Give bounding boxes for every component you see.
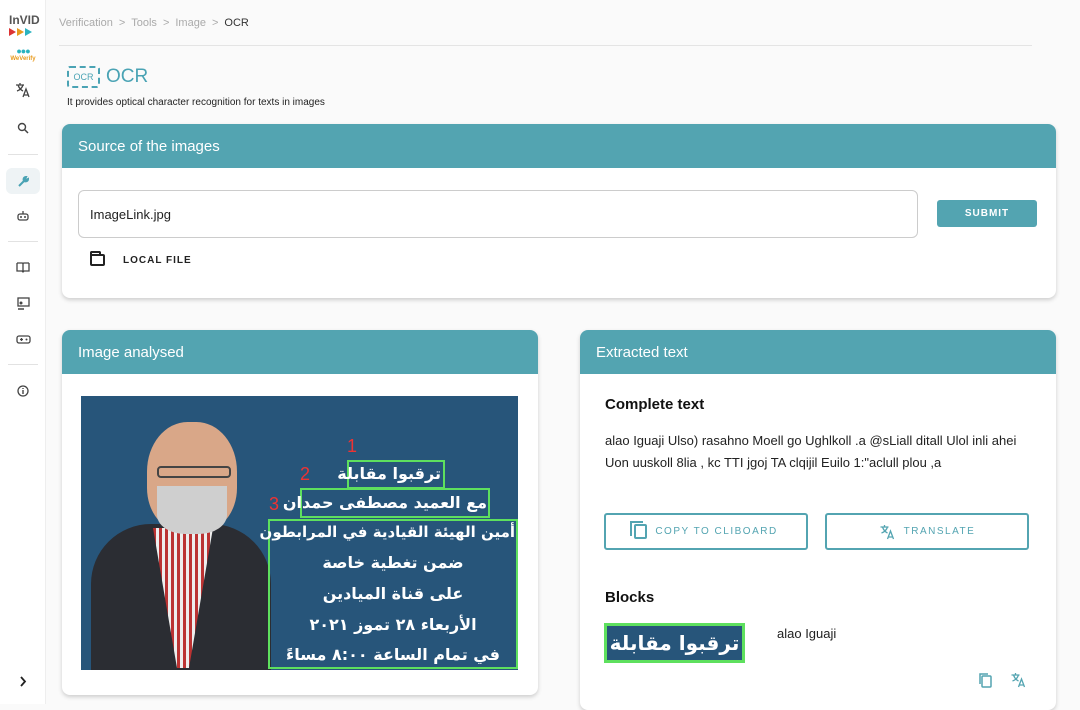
invid-logo-mark <box>9 28 40 36</box>
invid-logo-text: InVID <box>9 13 40 27</box>
sidebar-divider <box>8 241 38 242</box>
person-photo <box>81 416 271 670</box>
breadcrumb-ocr: OCR <box>224 17 249 29</box>
search-icon[interactable] <box>6 115 40 141</box>
image-analysed-card: Image analysed 1 2 3 ترقبوا مقابلة مع ال… <box>62 330 538 695</box>
classroom-icon[interactable] <box>6 290 40 316</box>
weverify-logo[interactable]: ●●● WeVerify <box>8 46 38 62</box>
copy-icon <box>630 521 648 539</box>
folder-icon <box>90 251 105 266</box>
breadcrumb-separator: > <box>162 17 170 29</box>
info-icon[interactable] <box>6 378 40 404</box>
breadcrumb: Verification > Tools > Image > OCR <box>59 17 249 29</box>
box-number-3: 3 <box>269 494 280 514</box>
extracted-text-title: Extracted text <box>580 330 1056 374</box>
sidebar: InVID ●●● WeVerify <box>0 0 46 704</box>
translate-icon[interactable] <box>6 77 40 103</box>
box-number-2: 2 <box>300 464 311 484</box>
translate-button[interactable]: TRANSLATE <box>825 513 1029 550</box>
image-analysed-title: Image analysed <box>62 330 538 374</box>
page-title: OCR <box>106 66 149 87</box>
copy-to-clipboard-button[interactable]: COPY TO CLIBOARD <box>604 513 808 550</box>
source-card-title: Source of the images <box>62 124 1056 168</box>
breadcrumb-verification[interactable]: Verification <box>59 17 113 29</box>
local-file-button[interactable]: LOCAL FILE <box>90 251 192 266</box>
robot-icon[interactable] <box>6 203 40 229</box>
complete-text-heading: Complete text <box>605 396 705 413</box>
submit-button[interactable]: SUBMIT <box>937 200 1037 227</box>
chevron-right-icon[interactable] <box>6 668 40 694</box>
local-file-label: LOCAL FILE <box>123 254 192 266</box>
complete-text: alao Iguaji Ulso) rasahno Moell go Ughlk… <box>605 433 1017 470</box>
weverify-logo-text: WeVerify <box>10 56 36 62</box>
box-number-1: 1 <box>347 436 358 456</box>
arabic-line: مع العميد مصطفى حمدان <box>282 493 487 512</box>
block-text: alao Iguaji <box>777 626 837 641</box>
breadcrumb-separator: > <box>118 17 126 29</box>
arabic-line: الأربعاء ٢٨ تموز ٢٠٢١ <box>309 615 477 634</box>
image-url-input[interactable]: ImageLink.jpg <box>78 190 918 238</box>
sidebar-divider <box>8 364 38 365</box>
translate-button-label: TRANSLATE <box>903 526 976 537</box>
arabic-line: على قناة الميادين <box>322 584 464 603</box>
wrench-icon[interactable] <box>6 168 40 194</box>
arabic-line: في تمام الساعة ٨:٠٠ مساءً <box>286 645 500 664</box>
analysed-image: 1 2 3 ترقبوا مقابلة مع العميد مصطفى حمدا… <box>81 396 518 670</box>
arabic-line: أمين الهيئة القيادية في المرابطون <box>259 523 515 541</box>
breadcrumb-image[interactable]: Image <box>175 17 206 29</box>
translate-icon[interactable] <box>1010 672 1027 692</box>
extracted-text-card: Extracted text Complete text alao Iguaji… <box>580 330 1056 710</box>
page-subtitle: It provides optical character recognitio… <box>67 97 325 108</box>
blocks-heading: Blocks <box>605 589 655 606</box>
arabic-line: ترقبوا مقابلة <box>337 464 441 483</box>
invid-logo[interactable]: InVID <box>9 14 40 36</box>
page-header: OCR OCR <box>67 66 148 88</box>
ocr-icon: OCR <box>67 66 100 88</box>
sidebar-divider <box>8 154 38 155</box>
source-card: Source of the images ImageLink.jpg SUBMI… <box>62 124 1056 298</box>
block-image: ترقبوا مقابلة <box>604 623 745 663</box>
breadcrumb-tools[interactable]: Tools <box>131 17 157 29</box>
translate-icon <box>880 524 894 539</box>
book-icon[interactable] <box>6 254 40 280</box>
breadcrumb-separator: > <box>211 17 219 29</box>
gamepad-icon[interactable] <box>6 326 40 352</box>
weverify-logo-mark: ●●● <box>16 46 30 56</box>
header-divider <box>59 45 1032 46</box>
arabic-line: ضمن تغطية خاصة <box>322 553 464 572</box>
copy-button-label: COPY TO CLIBOARD <box>655 526 778 537</box>
copy-icon[interactable] <box>978 672 993 693</box>
